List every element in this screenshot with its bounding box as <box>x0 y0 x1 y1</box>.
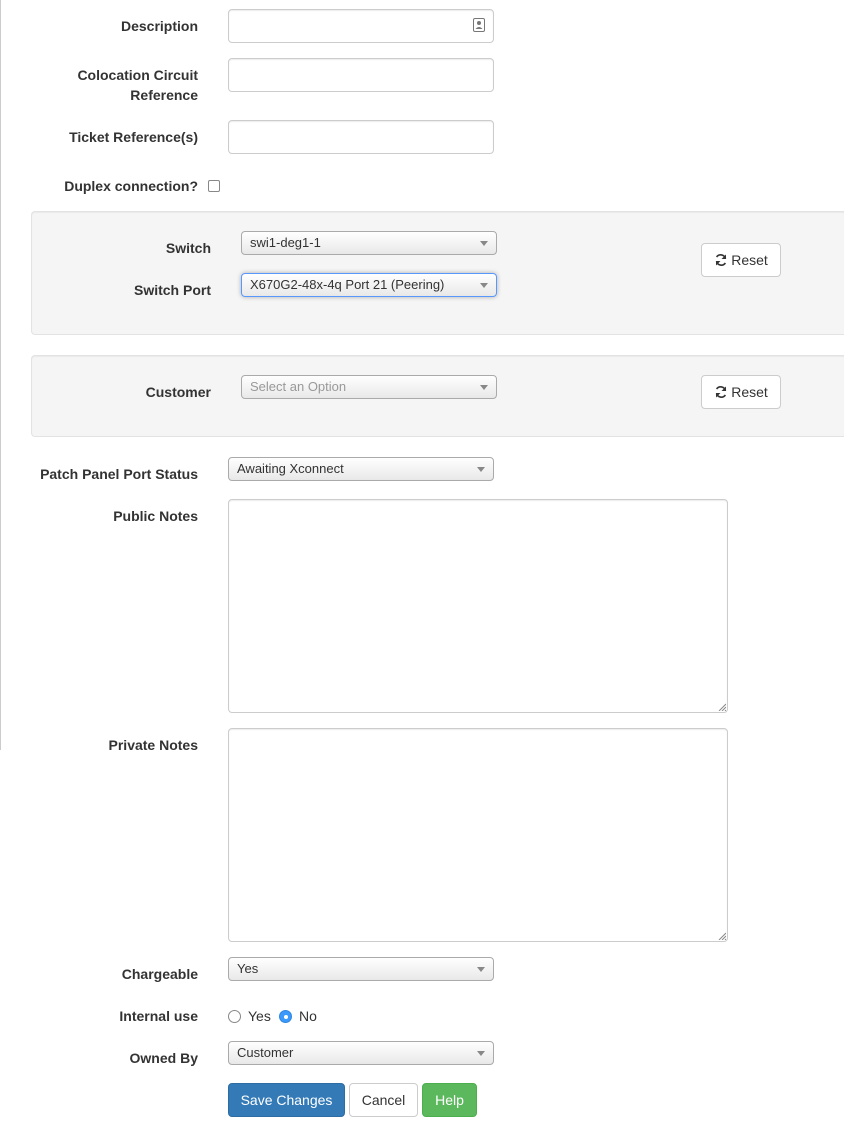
customer-reset-button[interactable]: Reset <box>701 375 781 409</box>
colocation-reference-input[interactable] <box>228 58 494 92</box>
port-status-select[interactable]: Awaiting Xconnect <box>228 457 494 481</box>
refresh-icon <box>715 254 727 266</box>
public-notes-label: Public Notes <box>113 508 198 524</box>
sidebar-divider <box>0 0 1 750</box>
refresh-icon <box>715 386 727 398</box>
switch-reset-button[interactable]: Reset <box>701 243 781 277</box>
switch-select[interactable]: swi1-deg1-1 <box>241 231 497 255</box>
internal-use-no-label[interactable]: No <box>299 1006 317 1026</box>
resize-grip-icon[interactable] <box>718 703 726 711</box>
internal-use-yes-label[interactable]: Yes <box>248 1006 271 1026</box>
port-status-label: Patch Panel Port Status <box>40 466 198 482</box>
owned-by-label: Owned By <box>129 1050 198 1066</box>
caret-down-icon <box>477 967 485 972</box>
ticket-reference-input[interactable] <box>228 120 494 154</box>
public-notes-textarea[interactable] <box>228 499 728 713</box>
switch-label: Switch <box>165 240 211 256</box>
colocation-reference-label: Colocation Circuit Reference <box>77 67 198 103</box>
resize-grip-icon[interactable] <box>718 932 726 940</box>
caret-down-icon <box>480 283 488 288</box>
duplex-label: Duplex connection? <box>64 178 198 194</box>
duplex-checkbox[interactable] <box>208 180 220 192</box>
description-label: Description <box>120 18 198 34</box>
internal-use-label: Internal use <box>119 1008 198 1024</box>
switch-port-label: Switch Port <box>133 282 211 298</box>
caret-down-icon <box>480 241 488 246</box>
save-changes-button[interactable]: Save Changes <box>228 1083 345 1117</box>
customer-select[interactable]: Select an Option <box>241 375 497 399</box>
caret-down-icon <box>477 1051 485 1056</box>
private-notes-label: Private Notes <box>108 737 198 753</box>
internal-use-yes-radio[interactable] <box>228 1010 241 1023</box>
switch-port-select[interactable]: X670G2-48x-4q Port 21 (Peering) <box>241 273 497 297</box>
caret-down-icon <box>477 467 485 472</box>
help-button[interactable]: Help <box>422 1083 477 1117</box>
internal-use-no-radio[interactable] <box>279 1010 292 1023</box>
customer-label: Customer <box>145 384 211 400</box>
caret-down-icon <box>480 385 488 390</box>
chargeable-select[interactable]: Yes <box>228 957 494 981</box>
owned-by-select[interactable]: Customer <box>228 1041 494 1065</box>
chargeable-label: Chargeable <box>121 966 198 982</box>
ticket-reference-label: Ticket Reference(s) <box>69 129 198 145</box>
description-input[interactable] <box>228 9 494 43</box>
contact-card-icon[interactable] <box>473 18 485 32</box>
cancel-button[interactable]: Cancel <box>349 1083 418 1117</box>
private-notes-textarea[interactable] <box>228 728 728 942</box>
